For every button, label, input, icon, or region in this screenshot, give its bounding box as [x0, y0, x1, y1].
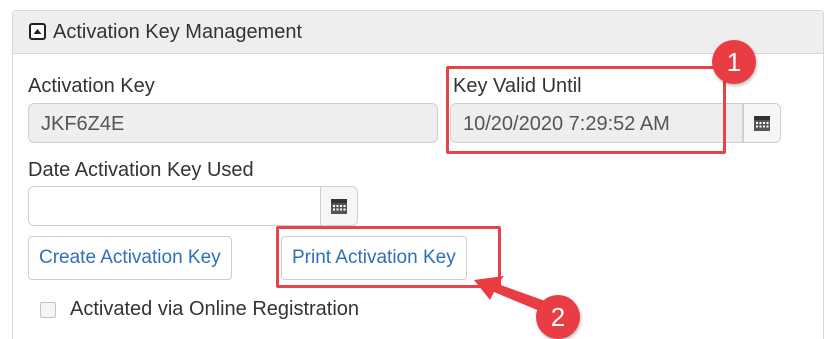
activated-online-checkbox[interactable] — [40, 302, 56, 318]
key-valid-until-calendar-button[interactable] — [743, 103, 781, 143]
print-activation-key-button[interactable]: Print Activation Key — [281, 236, 467, 280]
step-badge-2: 2 — [536, 295, 580, 339]
date-used-calendar-button[interactable] — [320, 186, 358, 226]
key-valid-until-field: 10/20/2020 7:29:52 AM — [450, 103, 743, 143]
activation-key-label: Activation Key — [28, 75, 155, 97]
step-badge-1: 1 — [712, 40, 756, 84]
create-activation-key-button[interactable]: Create Activation Key — [28, 236, 232, 280]
activation-key-field: JKF6Z4E — [28, 103, 438, 143]
key-valid-until-label: Key Valid Until — [453, 75, 582, 97]
calendar-icon — [754, 116, 770, 131]
date-used-label: Date Activation Key Used — [28, 159, 254, 181]
panel-header: Activation Key Management — [13, 11, 823, 54]
collapse-square-icon[interactable] — [29, 23, 46, 40]
activated-online-label: Activated via Online Registration — [70, 298, 360, 320]
panel-title: Activation Key Management — [53, 21, 303, 43]
calendar-icon — [331, 199, 347, 214]
date-used-input[interactable] — [28, 186, 321, 226]
